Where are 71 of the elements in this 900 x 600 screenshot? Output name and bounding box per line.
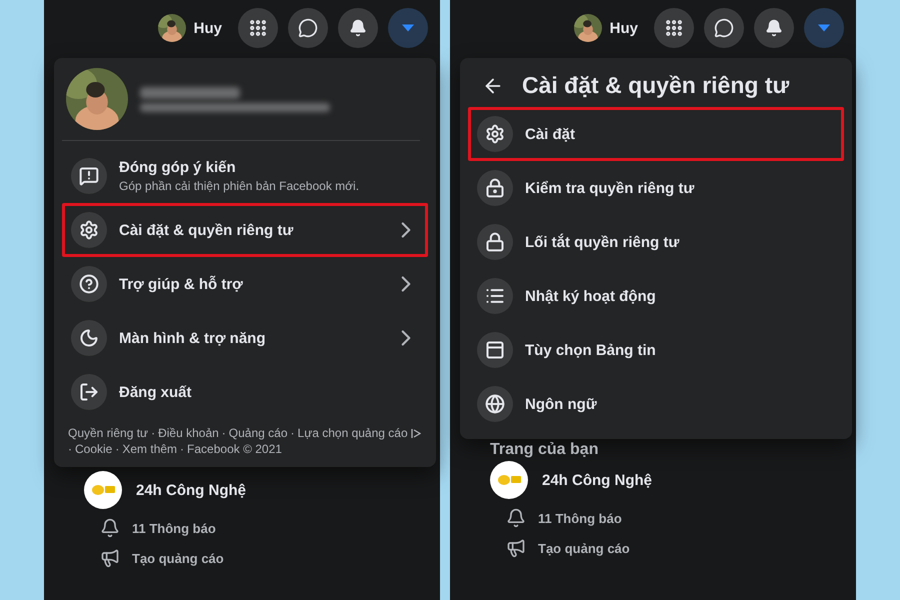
bell-icon (506, 508, 526, 528)
page-avatar[interactable] (84, 471, 122, 509)
footer-link[interactable]: Lựa chọn quảng cáo (298, 425, 421, 441)
footer-link[interactable]: Xem thêm (122, 441, 178, 457)
separator-dot: · (222, 425, 226, 441)
menu-item[interactable]: Cài đặt & quyền riêng tư (62, 203, 428, 257)
chat-icon (714, 18, 734, 38)
moon-icon (71, 320, 107, 356)
logout-icon (71, 374, 107, 410)
caret-icon (818, 24, 830, 32)
caret-icon (402, 24, 414, 32)
menu-item[interactable]: Tùy chọn Bảng tin (468, 323, 844, 377)
user-name[interactable]: Huy (610, 20, 638, 36)
bell-icon (765, 19, 783, 37)
menu-item[interactable]: Ngôn ngữ (468, 377, 844, 431)
footer-link[interactable]: Quảng cáo (228, 425, 288, 441)
menu-item[interactable]: Đăng xuất (62, 365, 428, 419)
menu-title: Cài đặt & quyền riêng tư (522, 72, 790, 99)
menu-item[interactable]: Màn hình & trợ năng (62, 311, 428, 365)
menu-item[interactable]: Trợ giúp & hỗ trợ (62, 257, 428, 311)
messenger-button[interactable] (704, 8, 744, 48)
page-avatar[interactable] (490, 461, 528, 499)
section-heading: Trang của bạn (490, 441, 600, 459)
footer-link[interactable]: Quyền riêng tư (68, 425, 148, 441)
notifications-button[interactable] (754, 8, 794, 48)
ad-choices-icon (410, 428, 421, 438)
messenger-button[interactable] (288, 8, 328, 48)
feedback-icon (71, 158, 107, 194)
panel-icon (477, 332, 513, 368)
lock-icon (477, 170, 513, 206)
footer-link[interactable]: Cookie (75, 441, 112, 457)
menu-grid-button[interactable] (654, 8, 694, 48)
separator-dot: · (115, 441, 120, 457)
bell-icon (349, 19, 367, 37)
notifications-button[interactable] (338, 8, 378, 48)
menu-item[interactable]: Kiểm tra quyền riêng tư (468, 161, 844, 215)
megaphone-icon (506, 538, 526, 558)
account-button[interactable] (804, 8, 844, 48)
separator-dot: · (151, 425, 156, 441)
separator-dot: · (68, 441, 72, 457)
grid-icon (664, 18, 684, 38)
account-button[interactable] (388, 8, 428, 48)
chat-icon (298, 18, 318, 38)
megaphone-icon (100, 548, 120, 568)
menu-grid-button[interactable] (238, 8, 278, 48)
list-icon (477, 278, 513, 314)
page-name[interactable]: 24h Công Nghệ (542, 472, 652, 488)
separator-dot: · (180, 441, 184, 457)
page-link[interactable]: 11 Thông báo (538, 510, 622, 526)
page-link[interactable]: Tạo quảng cáo (132, 550, 224, 566)
footer-link[interactable]: Facebook © 2021 (187, 441, 282, 457)
settings-icon (71, 212, 107, 248)
settings-icon (477, 116, 513, 152)
user-name[interactable]: Huy (194, 20, 222, 36)
menu-item[interactable]: Lối tắt quyền riêng tư (468, 215, 844, 269)
lock-icon (477, 224, 513, 260)
menu-item[interactable]: Nhật ký hoạt động (468, 269, 844, 323)
avatar (158, 14, 186, 42)
separator-dot: · (290, 425, 295, 441)
page-name[interactable]: 24h Công Nghệ (136, 482, 246, 498)
avatar (574, 14, 602, 42)
footer-link[interactable]: Điều khoản (158, 425, 219, 441)
grid-icon (248, 18, 268, 38)
help-icon (71, 266, 107, 302)
menu-item[interactable]: Đóng góp ý kiến Góp phần cải thiện phiên bản Facebook mới. (62, 149, 428, 203)
page-link[interactable]: Tạo quảng cáo (538, 540, 630, 556)
globe-icon (477, 386, 513, 422)
bell-icon (100, 518, 120, 538)
menu-item[interactable]: Cài đặt (468, 107, 844, 161)
item-subtitle: Góp phần cải thiện phiên bản Facebook mới. (119, 179, 360, 193)
page-link[interactable]: 11 Thông báo (132, 520, 216, 536)
